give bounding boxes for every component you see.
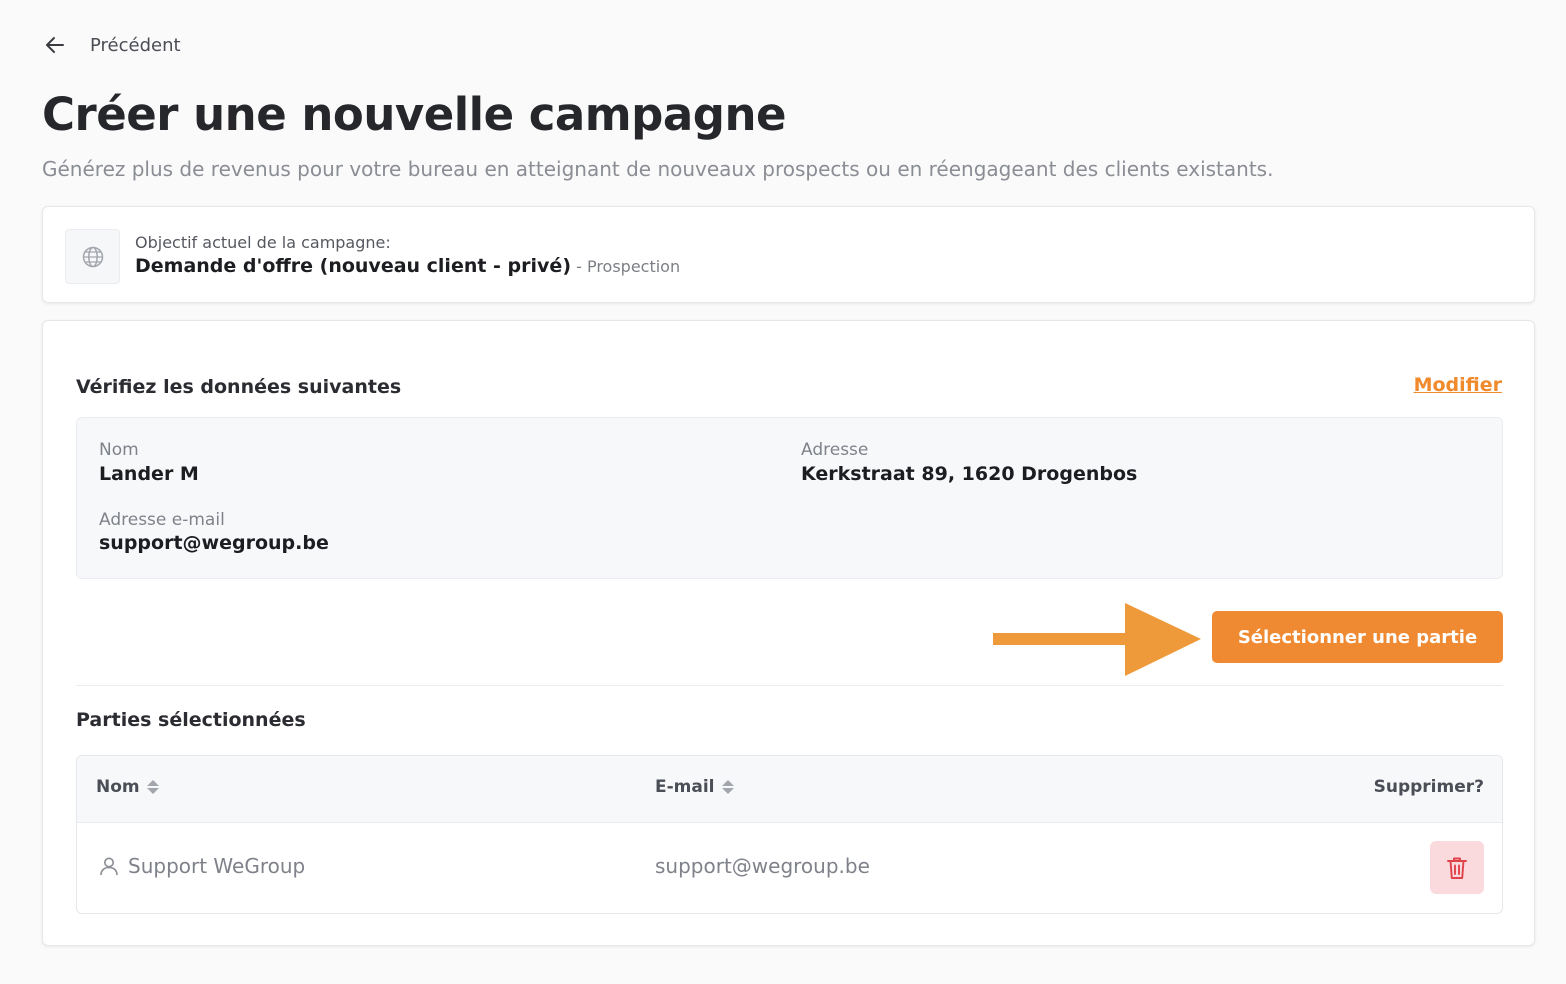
select-party-button[interactable]: Sélectionner une partie: [1212, 611, 1503, 663]
globe-icon: [65, 229, 120, 284]
sort-icon: [721, 780, 734, 794]
email-label: Adresse e-mail: [99, 510, 225, 530]
modify-link[interactable]: Modifier: [1414, 374, 1502, 396]
table-row: Support WeGroup support@wegroup.be: [77, 822, 1502, 913]
objective-name: Demande d'offre (nouveau client - privé): [135, 255, 571, 277]
objective-label: Objectif actuel de la campagne:: [135, 233, 391, 252]
objective-type: - Prospection: [571, 257, 681, 276]
section-divider: [76, 685, 1503, 686]
column-header-name[interactable]: Nom: [96, 777, 160, 797]
verify-data-box: Nom Lander M Adresse Kerkstraat 89, 1620…: [76, 417, 1503, 579]
column-email-label: E-mail: [655, 777, 715, 797]
selected-parties-title: Parties sélectionnées: [76, 709, 306, 731]
party-name: Support WeGroup: [128, 854, 306, 878]
address-label: Adresse: [801, 440, 869, 460]
page-title: Créer une nouvelle campagne: [42, 88, 787, 141]
table-header: Nom E-mail Supprimer?: [77, 756, 1502, 823]
email-value: support@wegroup.be: [99, 532, 329, 554]
trash-icon: [1447, 857, 1467, 879]
arrow-right-icon: [993, 603, 1201, 676]
party-name-cell: Support WeGroup: [98, 854, 305, 878]
arrow-left-icon: [46, 37, 64, 53]
address-value: Kerkstraat 89, 1620 Drogenbos: [801, 463, 1138, 485]
column-delete-label: Supprimer?: [1373, 777, 1484, 797]
page: Précédent Créer une nouvelle campagne Gé…: [0, 0, 1566, 984]
campaign-details-card: Vérifiez les données suivantes Modifier …: [42, 320, 1535, 946]
user-icon: [100, 857, 118, 876]
objective-value: Demande d'offre (nouveau client - privé)…: [135, 255, 680, 277]
name-label: Nom: [99, 440, 139, 460]
verify-section-title: Vérifiez les données suivantes: [76, 376, 402, 398]
selected-parties-table: Nom E-mail Supprimer? Support WeGroup su…: [76, 755, 1503, 914]
name-value: Lander M: [99, 463, 199, 485]
back-link[interactable]: Précédent: [44, 34, 181, 56]
column-header-email[interactable]: E-mail: [655, 777, 735, 797]
back-label: Précédent: [90, 34, 181, 56]
party-email-cell: support@wegroup.be: [655, 854, 870, 878]
delete-party-button[interactable]: [1430, 841, 1484, 894]
campaign-objective-card: Objectif actuel de la campagne: Demande …: [42, 206, 1535, 303]
page-subtitle: Générez plus de revenus pour votre burea…: [42, 157, 1274, 181]
column-name-label: Nom: [96, 777, 140, 797]
column-header-delete: Supprimer?: [1374, 777, 1484, 797]
sort-icon: [146, 780, 159, 794]
party-email: support@wegroup.be: [655, 854, 870, 878]
